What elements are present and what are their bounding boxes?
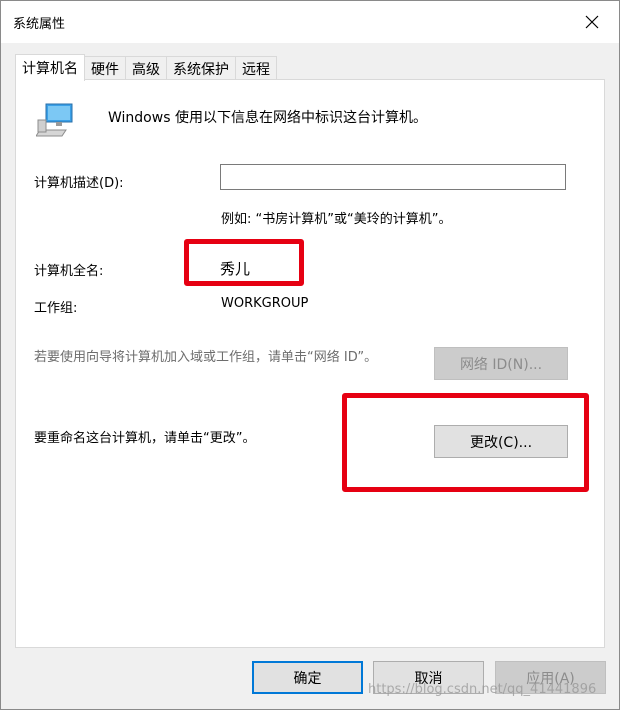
system-properties-window: 系统属性 计算机名 硬件 高级 系统保护 远程 Windows 使用以下信息在网…	[0, 0, 620, 710]
ok-button[interactable]: 确定	[252, 661, 363, 694]
close-icon	[585, 15, 599, 29]
fullname-value: 秀儿	[220, 260, 251, 278]
tab-label: 远程	[242, 62, 270, 78]
description-example: 例如: “书房计算机”或“美玲的计算机”。	[221, 212, 452, 227]
fullname-label: 计算机全名:	[34, 264, 104, 279]
tab-computer-name[interactable]: 计算机名	[15, 54, 85, 81]
tab-remote[interactable]: 远程	[235, 56, 277, 81]
computer-icon	[36, 103, 73, 137]
rename-text: 要重命名这台计算机，请单击“更改”。	[34, 431, 256, 446]
change-button[interactable]: 更改(C)...	[434, 425, 568, 458]
workgroup-value: WORKGROUP	[221, 296, 309, 311]
workgroup-label: 工作组:	[34, 301, 78, 316]
ok-button-label: 确定	[293, 670, 322, 687]
close-button[interactable]	[579, 9, 605, 35]
change-button-label: 更改(C)...	[469, 434, 533, 451]
tab-label: 硬件	[91, 62, 119, 78]
tab-label: 系统保护	[173, 62, 229, 78]
tab-label: 计算机名	[22, 61, 78, 77]
description-label: 计算机描述(D):	[34, 176, 124, 191]
tab-strip: 计算机名 硬件 高级 系统保护 远程	[15, 54, 277, 81]
title-bar[interactable]: 系统属性	[1, 1, 619, 43]
network-id-text: 若要使用向导将计算机加入域或工作组，请单击“网络 ID”。	[34, 350, 378, 365]
tab-label: 高级	[132, 62, 160, 78]
network-id-button-label: 网络 ID(N)...	[459, 356, 543, 373]
intro-text: Windows 使用以下信息在网络中标识这台计算机。	[108, 110, 427, 126]
tab-system-protection[interactable]: 系统保护	[166, 56, 236, 81]
network-id-button[interactable]: 网络 ID(N)...	[434, 347, 568, 380]
watermark: https://blog.csdn.net/qq_41441896	[368, 682, 597, 697]
window-title: 系统属性	[13, 17, 66, 32]
tab-advanced[interactable]: 高级	[125, 56, 167, 81]
tab-hardware[interactable]: 硬件	[84, 56, 126, 81]
computer-name-panel: Windows 使用以下信息在网络中标识这台计算机。 计算机描述(D): 例如:…	[15, 79, 605, 648]
description-input[interactable]	[220, 164, 566, 190]
